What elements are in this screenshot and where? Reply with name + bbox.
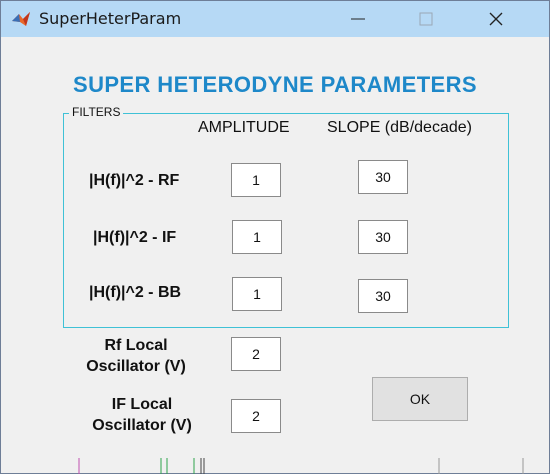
background-window-strip — [78, 458, 524, 474]
rf-oscillator-label-line2: Oscillator (V) — [86, 358, 186, 375]
rf-oscillator-field[interactable]: 2 — [231, 337, 281, 371]
bb-amplitude-field[interactable]: 1 — [232, 277, 282, 311]
minimize-button[interactable] — [335, 1, 381, 37]
rf-amplitude-field[interactable]: 1 — [231, 163, 281, 197]
close-button[interactable] — [473, 1, 519, 37]
ok-button[interactable]: OK — [372, 377, 468, 421]
if-slope-field[interactable]: 30 — [358, 220, 408, 254]
page-title: SUPER HETERODYNE PARAMETERS — [73, 72, 477, 97]
rf-oscillator-label-line1: Rf Local — [104, 337, 168, 354]
window-title: SuperHeterParam — [39, 9, 182, 28]
if-oscillator-label-line1: IF Local — [111, 396, 173, 413]
amplitude-column-header: AMPLITUDE — [198, 119, 290, 136]
title-bar[interactable]: SuperHeterParam — [1, 1, 549, 37]
if-oscillator-field[interactable]: 2 — [231, 399, 281, 433]
slope-column-header: SLOPE (dB/decade) — [327, 119, 472, 136]
rf-slope-field[interactable]: 30 — [358, 160, 408, 194]
bb-slope-field[interactable]: 30 — [358, 279, 408, 313]
dialog-window: SuperHeterParam SUPER HETERODYNE PARAMET… — [0, 0, 550, 474]
if-filter-label: |H(f)|^2 - IF — [93, 229, 177, 246]
filters-group-label: FILTERS — [69, 105, 124, 119]
bb-filter-label: |H(f)|^2 - BB — [89, 284, 182, 301]
if-amplitude-field[interactable]: 1 — [232, 220, 282, 254]
rf-oscillator-label: Rf Local Oscillator (V) — [73, 335, 199, 377]
matlab-icon — [11, 10, 31, 28]
if-oscillator-label: IF Local Oscillator (V) — [79, 394, 205, 436]
if-oscillator-label-line2: Oscillator (V) — [92, 417, 192, 434]
maximize-button[interactable] — [403, 1, 449, 37]
rf-filter-label: |H(f)|^2 - RF — [89, 172, 180, 189]
